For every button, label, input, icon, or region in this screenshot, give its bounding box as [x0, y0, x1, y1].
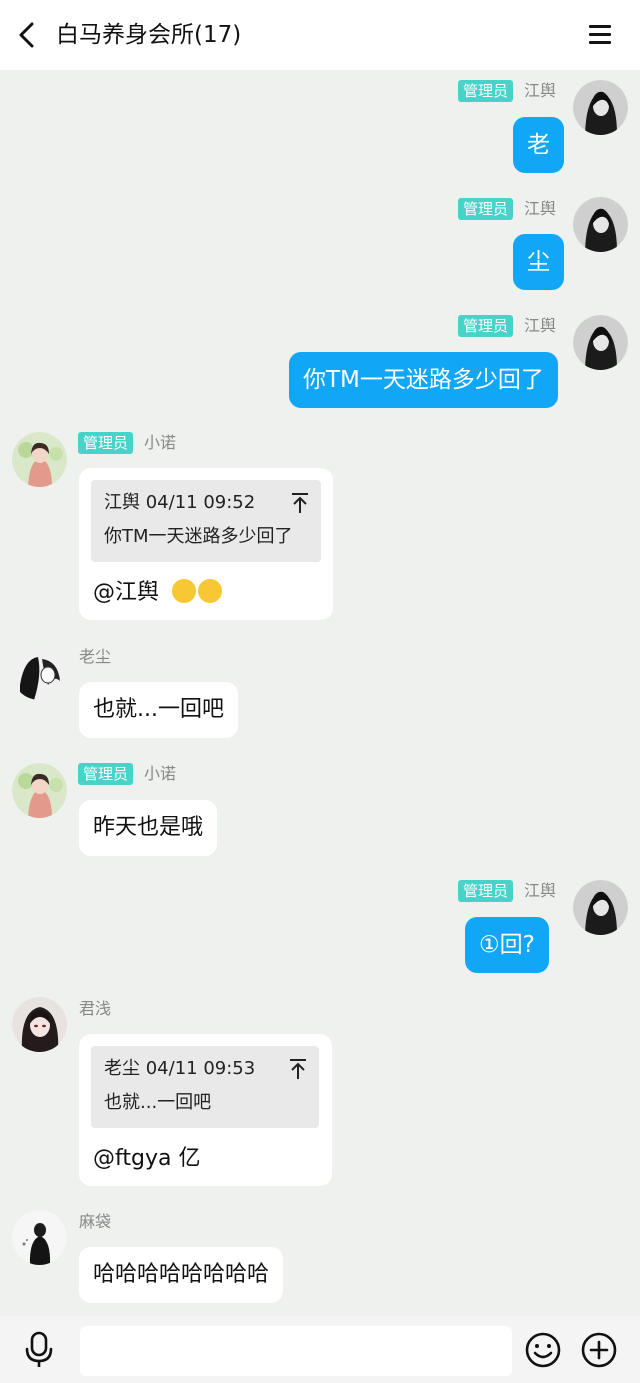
avatar-junqian[interactable] — [12, 997, 67, 1052]
emoji-icon[interactable] — [524, 1331, 562, 1369]
quote-header: 老尘 04/11 09:53 — [104, 1058, 256, 1079]
message-bubble-incoming[interactable]: 江舆 04/11 09:52 你TM一天迷路多少回了 @江舆 — [79, 468, 333, 620]
message-text: @江舆 — [93, 580, 160, 605]
message-bubble-incoming[interactable]: 哈哈哈哈哈哈哈哈 — [79, 1247, 284, 1303]
group-title: 白马养身会所(17) — [56, 22, 242, 48]
sender-name: 江舆 — [524, 199, 557, 218]
grin-emoji-icon — [172, 579, 197, 603]
avatar-xiaonuo[interactable] — [12, 432, 67, 487]
avatar-madai[interactable] — [12, 1210, 67, 1265]
avatar-xiaonuo[interactable] — [12, 763, 67, 818]
grin-emoji-icon — [198, 579, 223, 603]
admin-badge: 管理员 — [458, 880, 514, 902]
message-bubble-outgoing[interactable]: 老 — [513, 117, 564, 173]
sender-name: 江舆 — [524, 881, 557, 900]
sender-name: 小诺 — [144, 764, 177, 783]
admin-badge: 管理员 — [78, 432, 134, 454]
sender-name: 老尘 — [79, 647, 112, 666]
message-text: 也就...一回吧 — [93, 697, 224, 722]
message-bubble-outgoing[interactable]: 尘 — [513, 234, 564, 290]
quote-header: 江舆 04/11 09:52 — [104, 492, 256, 513]
quoted-message[interactable]: 江舆 04/11 09:52 你TM一天迷路多少回了 — [91, 480, 321, 562]
message-input[interactable] — [80, 1326, 512, 1376]
sender-name: 小诺 — [144, 433, 177, 452]
avatar-jiangyu[interactable] — [573, 80, 628, 135]
message-text: 哈哈哈哈哈哈哈哈 — [93, 1262, 270, 1287]
message-bubble-incoming[interactable]: 老尘 04/11 09:53 也就...一回吧 @ftgya 亿 — [79, 1034, 332, 1186]
message-text: 你TM一天迷路多少回了 — [303, 367, 544, 393]
admin-badge: 管理员 — [458, 198, 514, 220]
avatar-jiangyu[interactable] — [573, 315, 628, 370]
admin-badge: 管理员 — [78, 763, 134, 785]
message-bubble-outgoing[interactable]: 你TM一天迷路多少回了 — [289, 352, 558, 408]
message-bubble-incoming[interactable]: 昨天也是哦 — [79, 800, 218, 856]
sender-name: 君浅 — [79, 999, 112, 1018]
admin-badge: 管理员 — [458, 315, 514, 337]
sender-name: 麻袋 — [79, 1212, 112, 1231]
microphone-icon[interactable] — [22, 1331, 56, 1369]
sender-name: 江舆 — [524, 316, 557, 335]
avatar-laochen[interactable] — [12, 645, 67, 700]
sender-name: 江舆 — [524, 81, 557, 100]
menu-icon[interactable] — [586, 22, 616, 48]
input-bar — [0, 1316, 640, 1383]
avatar-jiangyu[interactable] — [573, 197, 628, 252]
message-text: ①回? — [479, 932, 535, 958]
plus-icon[interactable] — [580, 1331, 618, 1369]
pin-top-icon — [292, 493, 308, 513]
quote-text: 也就...一回吧 — [104, 1092, 212, 1113]
avatar-jiangyu[interactable] — [573, 880, 628, 935]
message-bubble-incoming[interactable]: 也就...一回吧 — [79, 682, 238, 738]
message-text: @ftgya 亿 — [93, 1146, 201, 1171]
message-text: 老 — [527, 132, 550, 158]
pin-top-icon — [290, 1059, 306, 1079]
reply-line: @江舆 — [93, 578, 223, 608]
admin-badge: 管理员 — [458, 80, 514, 102]
quote-text: 你TM一天迷路多少回了 — [104, 526, 293, 547]
message-text: 尘 — [527, 249, 550, 275]
chat-header: 白马养身会所(17) — [0, 0, 640, 70]
back-icon[interactable] — [14, 20, 42, 50]
message-text: 昨天也是哦 — [93, 815, 204, 840]
message-bubble-outgoing[interactable]: ①回? — [465, 917, 549, 973]
quoted-message[interactable]: 老尘 04/11 09:53 也就...一回吧 — [91, 1046, 319, 1128]
